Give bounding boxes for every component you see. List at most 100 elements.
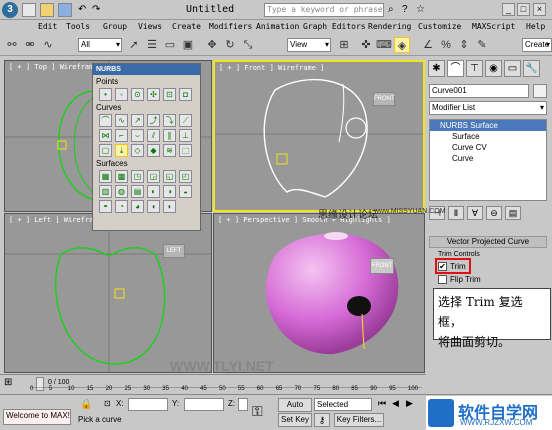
star-icon[interactable]: ☆ xyxy=(416,4,425,15)
configure-sets-icon[interactable]: ▤ xyxy=(505,206,521,220)
lathe-surface-icon[interactable]: ◍ xyxy=(115,185,128,198)
uv-loft-surface-icon[interactable]: ◒ xyxy=(179,185,192,198)
flip-trim-checkbox-row[interactable]: Flip Trim xyxy=(438,275,481,284)
angle-snap-icon[interactable]: ∠ xyxy=(420,37,436,53)
vector-projected-curve-rollout[interactable]: Vector Projected Curve xyxy=(429,236,547,248)
selection-filter-dropdown[interactable]: All xyxy=(78,38,122,52)
mirror-surface-icon[interactable]: ◰ xyxy=(179,170,192,183)
point-curve-icon[interactable]: ∿ xyxy=(115,114,128,127)
ref-coord-dropdown[interactable]: View xyxy=(287,38,331,52)
stack-item-curve-cv[interactable]: Curve CV xyxy=(430,142,546,153)
menu-help[interactable]: Help xyxy=(526,22,545,31)
surface-edge-curve-icon[interactable]: ▢ xyxy=(99,144,112,157)
two-rail-sweep-icon[interactable]: ◔ xyxy=(115,200,128,213)
fillet-surface-icon[interactable]: ◗ xyxy=(163,200,176,213)
maxscript-listener[interactable]: Welcome to MAX! xyxy=(3,409,71,425)
viewport-left[interactable]: [ + ] Left ] Wireframe ] LEFT xyxy=(4,213,212,373)
menu-create[interactable]: Create xyxy=(172,22,201,31)
motion-tab-icon[interactable]: ◉ xyxy=(485,60,502,77)
menu-rendering[interactable]: Rendering xyxy=(368,22,411,31)
cv-curve-icon[interactable]: ⌒ xyxy=(99,114,112,127)
maximize-button[interactable]: □ xyxy=(517,3,530,16)
ruled-surface-icon[interactable]: ▤ xyxy=(131,185,144,198)
viewcube-front[interactable]: FRONT xyxy=(373,92,395,106)
move-icon[interactable]: ✥ xyxy=(204,37,220,53)
menu-group[interactable]: Group xyxy=(103,22,127,31)
named-selection-dropdown[interactable]: Create xyxy=(522,38,552,52)
menu-animation[interactable]: Animation xyxy=(256,22,299,31)
surface-curve-icon[interactable]: ⬚ xyxy=(179,144,192,157)
window-crossing-icon[interactable]: ▣ xyxy=(180,37,196,53)
close-button[interactable]: × xyxy=(533,3,546,16)
link-icon[interactable]: ⚯ xyxy=(4,37,20,53)
viewport-front[interactable]: [ + ] Front ] Wireframe ] FRONT xyxy=(213,60,425,212)
display-tab-icon[interactable]: ▭ xyxy=(504,60,521,77)
offset-surface-icon[interactable]: ◱ xyxy=(163,170,176,183)
set-key-icon[interactable]: ⚷ xyxy=(314,413,330,427)
percent-snap-icon[interactable]: % xyxy=(438,37,454,53)
set-key-button[interactable]: Set Key xyxy=(278,413,312,427)
key-filters-button[interactable]: Key Filters... xyxy=(334,413,384,427)
keyboard-shortcut-icon[interactable]: ⌨ xyxy=(376,37,392,53)
blend-surface-icon[interactable]: ◲ xyxy=(147,170,160,183)
select-by-name-icon[interactable]: ☰ xyxy=(144,37,160,53)
menu-customize[interactable]: Customize xyxy=(418,22,461,31)
stack-item-curve[interactable]: Curve xyxy=(430,153,546,164)
selected-dropdown[interactable]: Selected xyxy=(314,398,372,411)
prev-frame-icon[interactable]: ◀ xyxy=(392,398,399,409)
point-surface-icon[interactable]: ▩ xyxy=(115,170,128,183)
multisided-blend-icon[interactable]: ◕ xyxy=(131,200,144,213)
utilities-tab-icon[interactable]: 🔧 xyxy=(523,60,540,77)
blend-curve-icon[interactable]: ⤵ xyxy=(163,114,176,127)
search-icon[interactable]: ⌕ xyxy=(388,4,394,15)
snaps-toggle-icon[interactable]: ◈ xyxy=(394,37,410,53)
flip-trim-checkbox[interactable] xyxy=(438,275,447,284)
normal-projected-curve-icon[interactable]: ⊥ xyxy=(179,129,192,142)
chamfer-curve-icon[interactable]: ⌐ xyxy=(115,129,128,142)
one-rail-sweep-icon[interactable]: ◓ xyxy=(99,200,112,213)
surface-curve-point-icon[interactable]: ◘ xyxy=(179,88,192,101)
bind-space-warp-icon[interactable]: ∿ xyxy=(40,37,56,53)
lock-selection-icon[interactable]: 🔒 xyxy=(80,399,92,410)
show-end-result-icon[interactable]: Ⅱ xyxy=(448,206,464,220)
menu-maxscript[interactable]: MAXScript xyxy=(472,22,515,31)
x-coord-field[interactable] xyxy=(128,398,168,411)
offset-curve-icon[interactable]: ⟋ xyxy=(179,114,192,127)
new-file-icon[interactable] xyxy=(22,3,36,17)
stack-item-surface[interactable]: Surface xyxy=(430,131,546,142)
multicurve-trim-icon[interactable]: ◖ xyxy=(147,200,160,213)
z-coord-field[interactable] xyxy=(238,398,248,411)
cv-surface-icon[interactable]: ▦ xyxy=(99,170,112,183)
create-point-icon[interactable]: • xyxy=(99,88,112,101)
offset-point-icon[interactable]: ◦ xyxy=(115,88,128,101)
save-file-icon[interactable] xyxy=(58,3,72,17)
go-to-start-icon[interactable]: ⏮ xyxy=(378,398,386,409)
object-color-swatch[interactable] xyxy=(533,84,547,98)
unlink-icon[interactable]: ⚮ xyxy=(22,37,38,53)
u-loft-surface-icon[interactable]: ◑ xyxy=(163,185,176,198)
select-manipulate-icon[interactable]: ✜ xyxy=(358,37,374,53)
hierarchy-tab-icon[interactable]: ⊤ xyxy=(466,60,483,77)
nurbs-toolbox-title[interactable]: NURBS xyxy=(93,64,200,75)
menu-edit[interactable]: Edit xyxy=(38,22,57,31)
undo-icon[interactable]: ↶ xyxy=(78,4,86,15)
surface-offset-curve-icon[interactable]: ≋ xyxy=(163,144,176,157)
mirror-curve-icon[interactable]: ⋈ xyxy=(99,129,112,142)
iso-curve-icon[interactable]: ⫽ xyxy=(147,129,160,142)
transform-curve-icon[interactable]: ⤴ xyxy=(147,114,160,127)
rect-selection-icon[interactable]: ▭ xyxy=(162,37,178,53)
pivot-center-icon[interactable]: ⊞ xyxy=(336,37,352,53)
menu-modifiers[interactable]: Modifiers xyxy=(209,22,252,31)
app-logo-icon[interactable]: 3 xyxy=(2,2,18,18)
create-tab-icon[interactable]: ✱ xyxy=(428,60,445,77)
cap-surface-icon[interactable]: ◐ xyxy=(147,185,160,198)
point-on-surface-icon[interactable]: ◆ xyxy=(147,144,160,157)
y-coord-field[interactable] xyxy=(184,398,224,411)
spinner-snap-icon[interactable]: ⇕ xyxy=(456,37,472,53)
menu-views[interactable]: Views xyxy=(138,22,162,31)
surface-point-icon[interactable]: ⊡ xyxy=(163,88,176,101)
make-unique-icon[interactable]: ∀ xyxy=(467,206,483,220)
auto-key-button[interactable]: Auto Key xyxy=(278,398,312,421)
cv-on-surface-icon[interactable]: ◇ xyxy=(131,144,144,157)
stack-item-nurbs-surface[interactable]: NURBS Surface xyxy=(430,120,546,131)
